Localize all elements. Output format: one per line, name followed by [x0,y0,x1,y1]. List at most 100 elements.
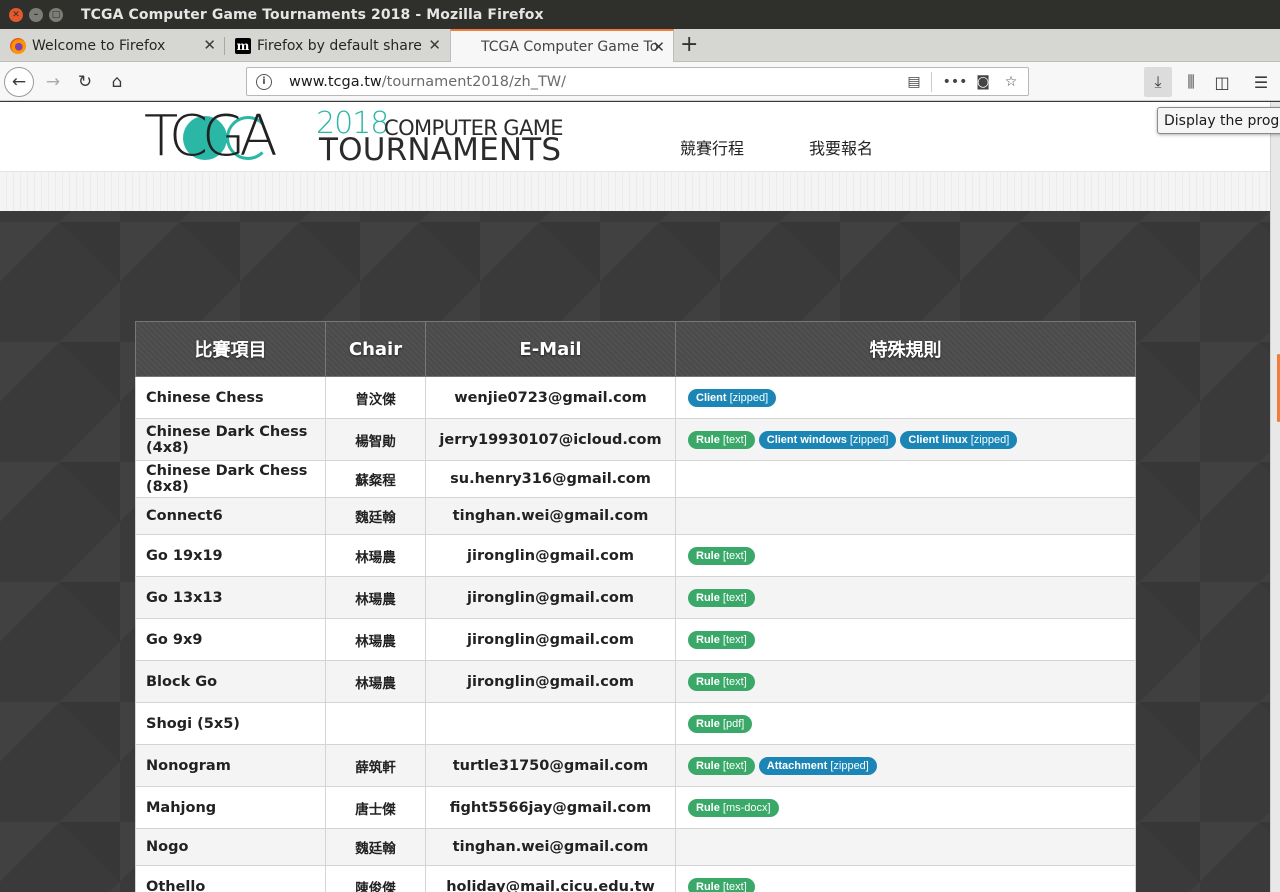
rules-cell: Rule [text] [675,618,1136,661]
site-header: TCGA 2018 COMPUTER GAME TOURNAMENTS 競賽行程… [0,102,1270,172]
window-title: TCGA Computer Game Tournaments 2018 - Mo… [81,6,544,23]
email-cell: tinghan.wei@gmail.com [425,497,676,535]
rule-download-badge[interactable]: Rule [text] [688,756,755,775]
tab-close-icon[interactable]: ✕ [652,39,665,55]
tab-welcome[interactable]: Welcome to Firefox ✕ [0,29,224,62]
window-maximize-icon[interactable]: □ [49,7,63,22]
page-actions-icon[interactable]: ••• [943,72,968,92]
chair-cell: 曾汶傑 [325,376,426,419]
logo-tcga-text: TCGA [144,104,278,169]
downloads-button[interactable]: ⤓ [1144,67,1172,97]
table-row: Nogo 魏廷翰 tinghan.wei@gmail.com [135,828,1136,866]
badge-format: [pdf] [722,717,745,730]
hamburger-menu-icon: ☰ [1253,72,1269,92]
table-row: Block Go 林瑒農 jironglin@gmail.com Rule [text… [135,660,1136,703]
chair-cell: 蘇粲程 [325,460,426,498]
badge-label: Rule [696,759,720,772]
chair-cell: 薛筑軒 [325,744,426,787]
rule-download-badge[interactable]: Rule [text] [688,877,755,892]
badge-label: Rule [696,880,720,892]
badge-format: [ms-docx] [722,801,771,814]
rule-download-badge[interactable]: Rule [text] [688,672,755,691]
downloads-tooltip: Display the progr [1157,107,1280,134]
sidebar-icon: ◫ [1214,72,1230,92]
rules-cell: Rule [pdf] [675,702,1136,745]
email-cell: tinghan.wei@gmail.com [425,828,676,866]
library-button[interactable]: ⫼ [1177,67,1205,97]
badge-format: [text] [722,433,747,446]
rules-cell [675,828,1136,866]
rule-download-badge[interactable]: Client linux [zipped] [900,430,1018,449]
url-bar[interactable]: i www.tcga.tw/tournament2018/zh_TW/ ▤ ••… [246,67,1029,96]
table-row: Nonogram 薛筑軒 turtle31750@gmail.com Rule [te… [135,744,1136,787]
download-arrow-icon: ⤓ [1154,72,1162,91]
info-icon[interactable]: i [256,73,272,90]
event-name-cell: Nogo [135,828,326,866]
forward-button[interactable]: → [38,67,68,97]
menu-button[interactable]: ☰ [1247,67,1275,97]
event-name-cell: Go 19x19 [135,534,326,577]
events-table: 比賽項目 Chair E-Mail 特殊規則 Chinese Chess 曾汶傑 w… [135,321,1136,892]
email-cell: fight5566jay@gmail.com [425,786,676,829]
bookmark-star-icon[interactable]: ☆ [1000,72,1022,92]
tab-close-icon[interactable]: ✕ [428,37,441,53]
rule-download-badge[interactable]: Rule [pdf] [688,714,753,733]
badge-format: [text] [722,880,747,892]
badge-label: Rule [696,433,720,446]
rules-cell: Rule [text] [675,865,1136,892]
page-scrollbar[interactable] [1270,102,1280,892]
event-name-cell: Nonogram [135,744,326,787]
rule-download-badge[interactable]: Client [zipped] [688,388,777,407]
table-row: Shogi (5x5) Rule [pdf] [135,702,1136,745]
column-header-chair: Chair [325,321,426,377]
sidebar-button[interactable]: ◫ [1208,67,1236,97]
tab-label: TCGA Computer Game To [481,39,659,55]
chair-cell: 楊智勛 [325,418,426,461]
page-content: TCGA 2018 COMPUTER GAME TOURNAMENTS 競賽行程… [0,102,1270,892]
reader-view-icon[interactable]: ▤ [903,72,925,92]
new-tab-button[interactable]: + [680,33,698,57]
badge-format: [zipped] [830,759,869,772]
event-name-cell: Go 9x9 [135,618,326,661]
rule-download-badge[interactable]: Rule [text] [688,546,755,565]
tab-tcga[interactable]: TCGA Computer Game To ✕ [450,29,674,63]
email-cell: jironglin@gmail.com [425,660,676,703]
rule-download-badge[interactable]: Rule [text] [688,430,755,449]
rules-cell: Rule [ms-docx] [675,786,1136,829]
header-strip [0,172,1270,211]
rule-download-badge[interactable]: Client windows [zipped] [758,430,897,449]
rule-download-badge[interactable]: Attachment [zipped] [758,756,877,775]
tab-label: Firefox by default share [257,37,422,54]
badge-label: Client linux [908,433,968,446]
event-name-cell: Mahjong [135,786,326,829]
email-cell: jironglin@gmail.com [425,618,676,661]
tab-medium[interactable]: m Firefox by default share ✕ [225,29,449,62]
chair-cell: 林瑒農 [325,534,426,577]
window-minimize-icon[interactable]: – [29,7,43,22]
table-row: Chinese Dark Chess (8x8) 蘇粲程 su.henry316@g… [135,460,1136,498]
badge-format: [zipped] [970,433,1010,446]
badge-format: [text] [722,591,747,604]
arrow-right-icon: → [45,72,61,92]
rule-download-badge[interactable]: Rule [text] [688,588,755,607]
email-cell: wenjie0723@gmail.com [425,376,676,419]
window-close-icon[interactable]: ✕ [9,7,23,22]
reload-button[interactable]: ↻ [70,67,100,97]
rules-cell: Rule [text] [675,660,1136,703]
rule-download-badge[interactable]: Rule [text] [688,630,755,649]
nav-link-schedule[interactable]: 競賽行程 [680,135,744,159]
rules-cell: Rule [text] Attachment [zipped] [675,744,1136,787]
event-name-cell: Block Go [135,660,326,703]
table-row: Othello 陳俊傑 holiday@mail.cicu.edu.tw Rule [… [135,865,1136,892]
url-text[interactable]: www.tcga.tw/tournament2018/zh_TW/ [289,74,566,90]
nav-link-register[interactable]: 我要報名 [809,135,873,159]
rule-download-badge[interactable]: Rule [ms-docx] [688,798,779,817]
badge-label: Rule [696,549,720,562]
home-button[interactable]: ⌂ [102,67,132,97]
tab-close-icon[interactable]: ✕ [203,37,216,53]
tcga-logo[interactable]: TCGA 2018 COMPUTER GAME TOURNAMENTS [144,104,574,169]
back-button[interactable]: ← [4,67,34,97]
tab-label: Welcome to Firefox [32,37,166,54]
pocket-icon[interactable]: ◙ [972,72,994,92]
badge-format: [zipped] [849,433,889,446]
